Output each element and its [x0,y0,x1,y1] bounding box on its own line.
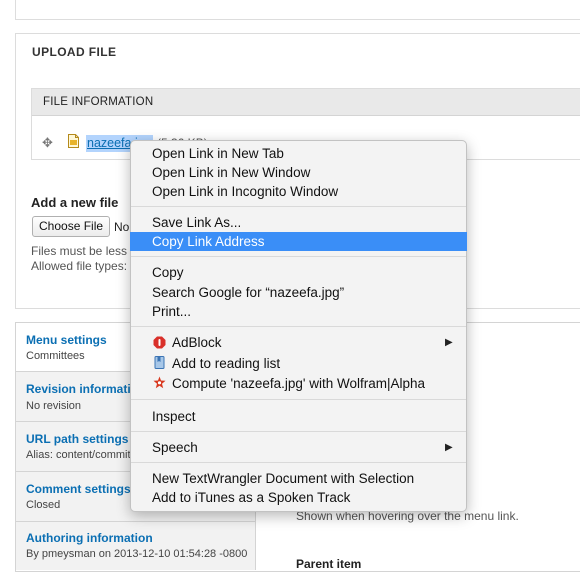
file-information-header: FILE INFORMATION [43,96,154,108]
submenu-arrow-icon: ▶ [445,442,453,453]
submenu-arrow-icon: ▶ [445,337,453,348]
menu-item-itunes-spoken-track[interactable]: Add to iTunes as a Spoken Track [152,488,350,507]
vertical-tab-authoring[interactable] [16,522,256,570]
menu-item-save-link-as[interactable]: Save Link As... [152,213,241,232]
menu-item-open-new-window[interactable]: Open Link in New Window [152,163,310,182]
menu-separator [131,431,466,432]
menu-item-speech[interactable]: Speech [152,438,198,457]
menu-separator [131,399,466,400]
menu-item-wolfram[interactable]: Compute 'nazeefa.jpg' with Wolfram|Alpha [172,374,425,393]
adblock-stop-icon [153,336,166,349]
vertical-tab-title[interactable]: Comment settings [26,482,131,496]
vertical-tab-summary: No revision [26,400,82,412]
vertical-tab-title[interactable]: URL path settings [26,432,128,446]
menu-separator [131,462,466,463]
choose-file-button[interactable]: Choose File [32,216,111,237]
menu-item-add-reading-list[interactable]: Add to reading list [172,354,280,373]
wolfram-alpha-icon [153,376,166,389]
reading-list-icon [154,356,165,369]
menu-item-copy[interactable]: Copy [152,263,184,282]
menu-item-inspect[interactable]: Inspect [152,407,196,426]
menu-item-open-incognito[interactable]: Open Link in Incognito Window [152,182,338,201]
menu-item-copy-link-address[interactable]: Copy Link Address [152,232,265,251]
menu-separator [131,326,466,327]
vertical-tab-summary: By pmeysman on 2013-12-10 01:54:28 -0800 [26,548,248,560]
menu-separator [131,256,466,257]
vertical-tab-title[interactable]: Menu settings [26,333,107,347]
menu-item-adblock[interactable]: AdBlock [172,333,222,352]
add-new-file-label: Add a new file [31,195,119,210]
menu-item-print[interactable]: Print... [152,302,191,321]
vertical-tab-title[interactable]: Revision information [26,382,145,396]
menu-item-open-new-tab[interactable]: Open Link in New Tab [152,144,284,163]
vertical-tab-summary: Committees [26,350,85,362]
image-file-icon [68,134,79,148]
vertical-tab-title[interactable]: Authoring information [26,531,153,545]
menu-separator [131,206,466,207]
upload-file-title: UPLOAD FILE [32,45,117,59]
menu-item-search-google[interactable]: Search Google for “nazeefa.jpg” [152,283,344,302]
drag-handle-icon[interactable]: ✥ [42,136,53,150]
menu-item-textwrangler[interactable]: New TextWrangler Document with Selection [152,469,414,488]
top-panel-fragment [15,0,580,20]
vertical-tab-summary: Closed [26,499,61,511]
